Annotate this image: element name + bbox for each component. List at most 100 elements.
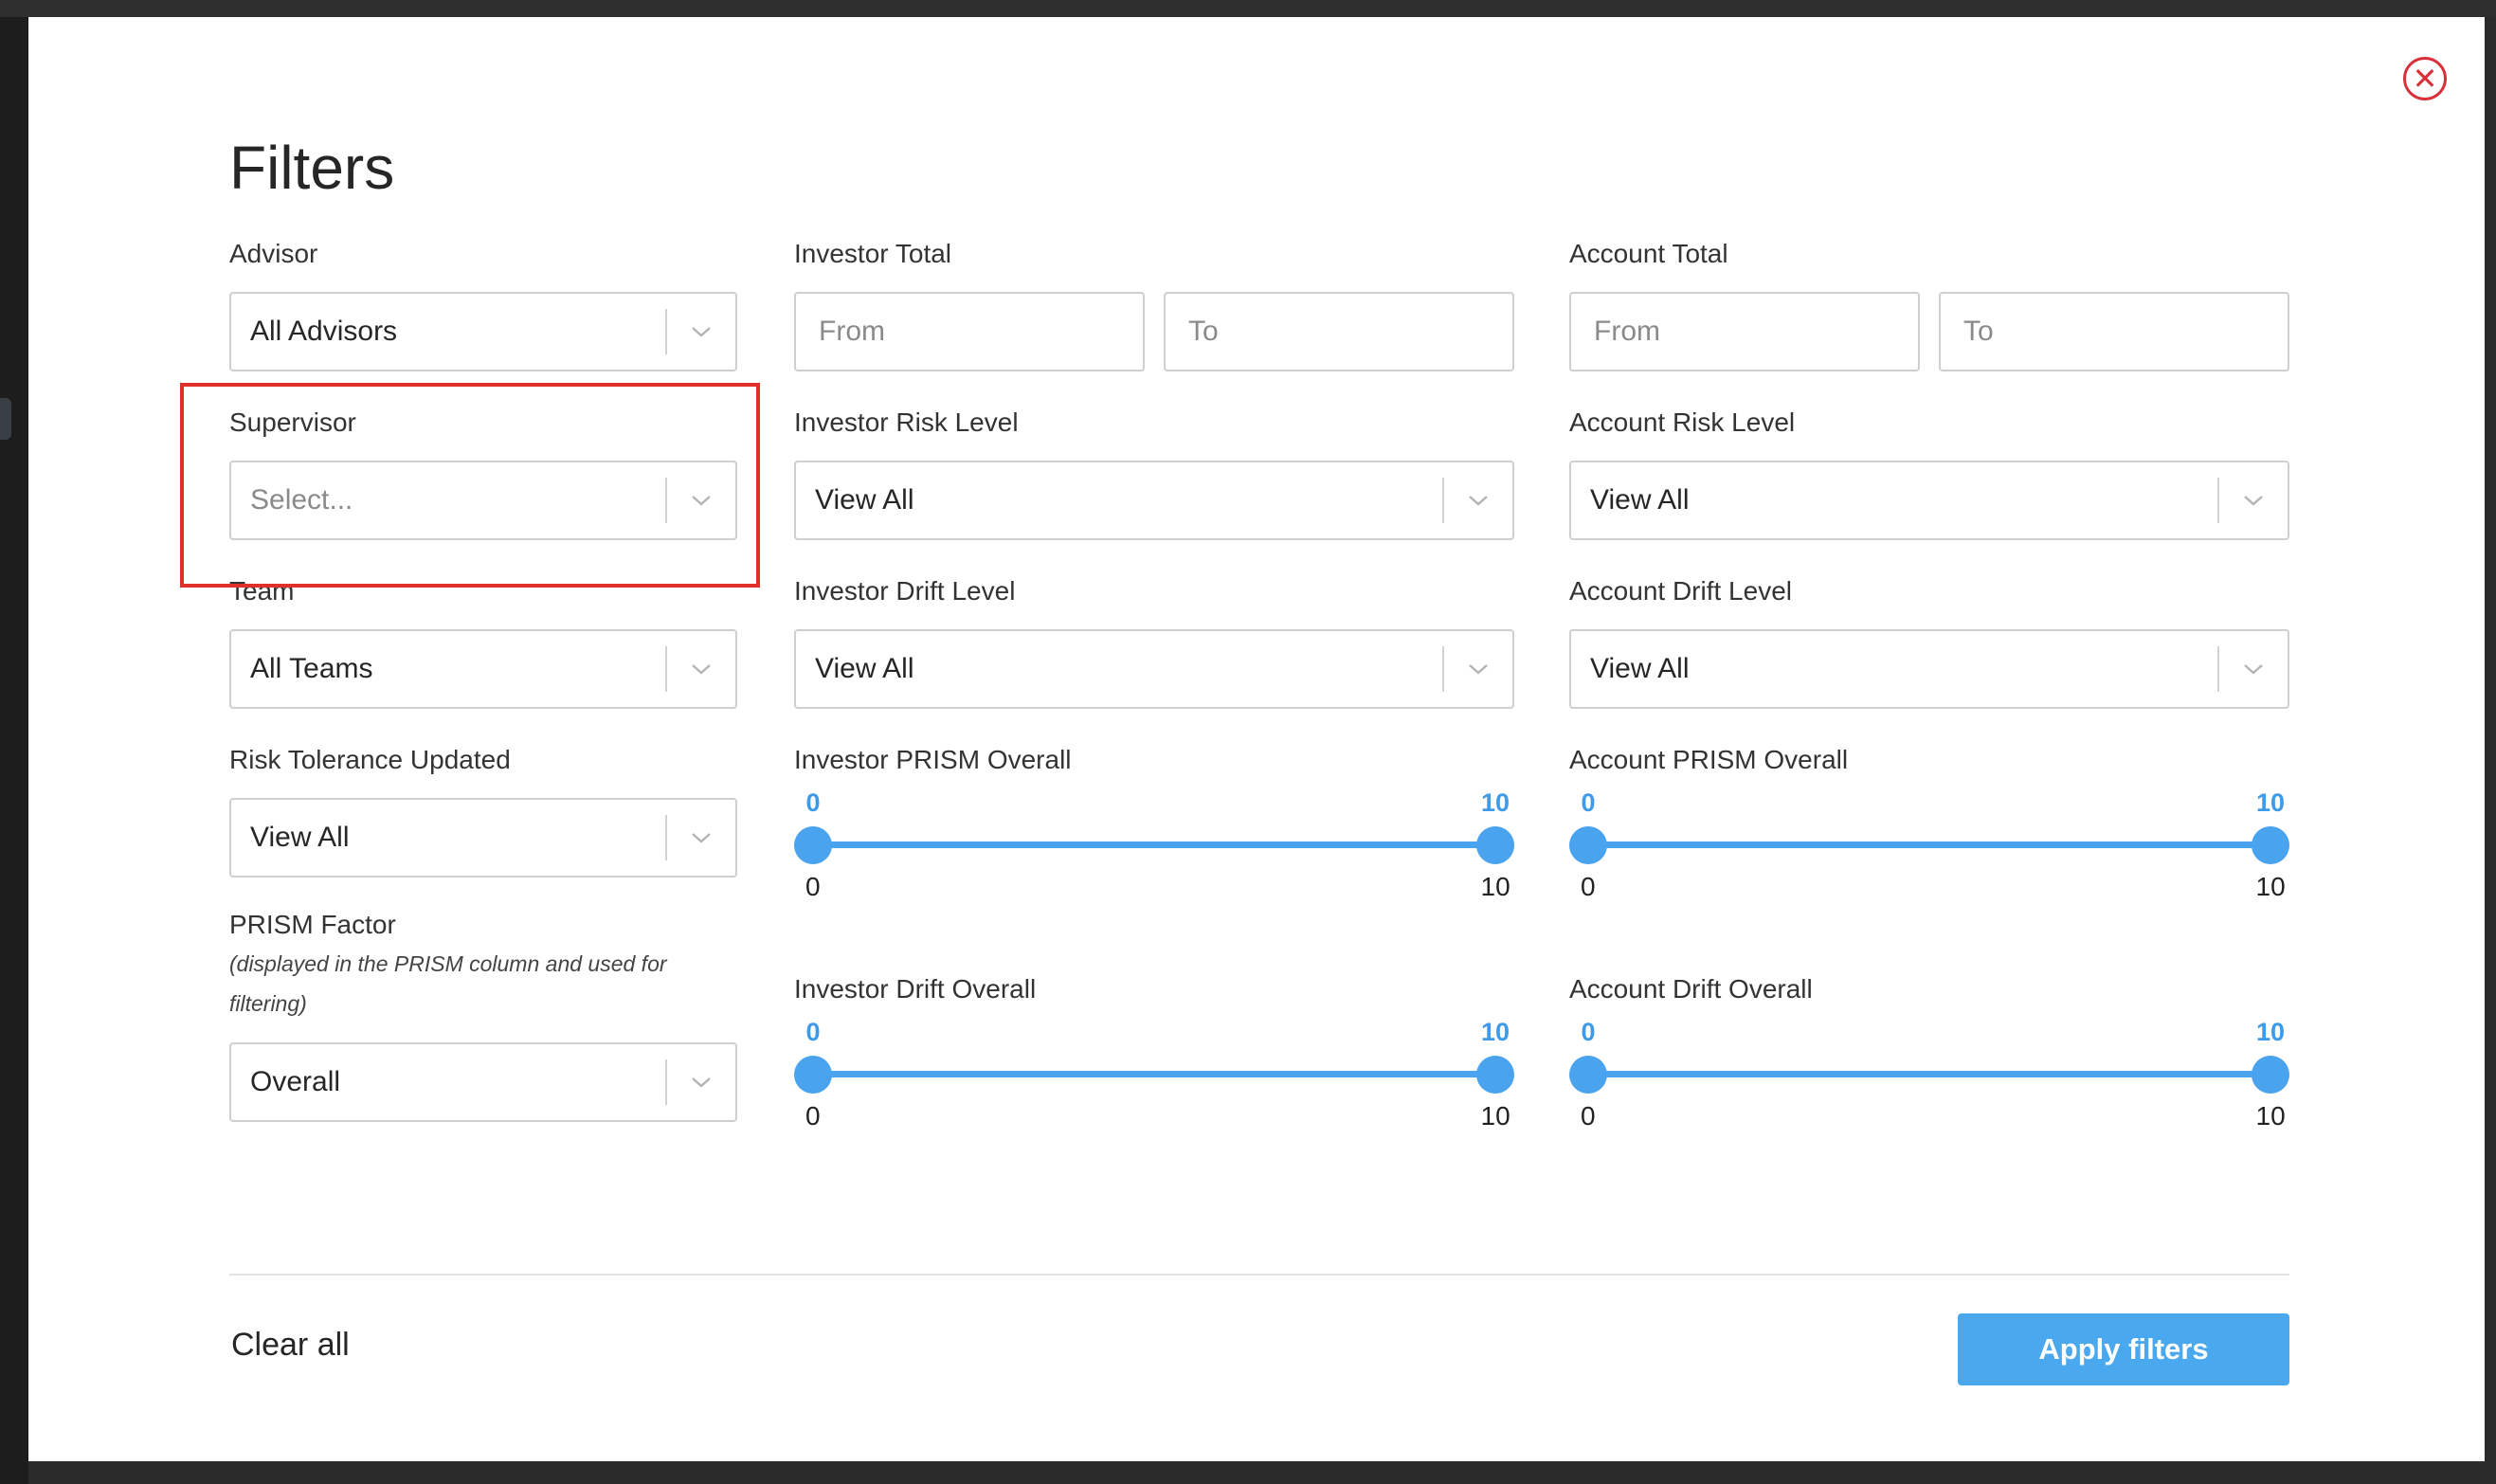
investor-total-filter: Investor Total [794, 235, 1514, 371]
select-separator [665, 478, 667, 523]
slider-min-label: 0 [805, 872, 821, 901]
supervisor-label: Supervisor [229, 407, 356, 437]
team-label: Team [229, 576, 295, 606]
prism-factor-note: (displayed in the PRISM column and used … [229, 951, 667, 1016]
select-separator [665, 1059, 667, 1105]
account-drift-level-filter: Account Drift Level View All [1569, 572, 2289, 709]
account-drift-overall-slider[interactable]: 0 10 0 10 [1569, 1018, 2289, 1160]
slider-max-handle[interactable] [1476, 1056, 1514, 1094]
investor-risk-level-filter: Investor Risk Level View All [794, 404, 1514, 540]
slider-min-handle[interactable] [1569, 826, 1607, 864]
slider-max-handle[interactable] [1476, 826, 1514, 864]
filters-modal: ✕ Filters Advisor All Advisors Superviso… [28, 17, 2485, 1461]
investor-risk-level-value: View All [815, 484, 914, 516]
slider-min-handle[interactable] [1569, 1056, 1607, 1094]
slider-max-handle[interactable] [2252, 1056, 2289, 1094]
account-drift-level-label: Account Drift Level [1569, 576, 1792, 606]
select-separator [2217, 478, 2219, 523]
slider-high-value: 10 [1481, 788, 1510, 817]
prism-factor-select[interactable]: Overall [229, 1042, 737, 1122]
slider-high-value: 10 [2256, 1018, 2286, 1046]
slider-track[interactable] [1588, 842, 2270, 848]
investor-total-label: Investor Total [794, 239, 952, 268]
supervisor-select-placeholder: Select... [250, 484, 353, 516]
account-total-from-input[interactable] [1569, 292, 1920, 371]
investor-drift-level-value: View All [815, 653, 914, 684]
investor-prism-overall-slider[interactable]: 0 10 0 10 [794, 788, 1514, 931]
advisor-label: Advisor [229, 239, 318, 268]
chevron-down-icon [692, 1077, 711, 1088]
investor-prism-overall-label: Investor PRISM Overall [794, 745, 1072, 774]
account-drift-level-select[interactable]: View All [1569, 629, 2289, 709]
account-drift-overall-label: Account Drift Overall [1569, 974, 1813, 1004]
slider-min-label: 0 [1581, 1101, 1596, 1131]
select-separator [665, 815, 667, 860]
slider-max-label: 10 [1480, 872, 1510, 901]
slider-fill [1588, 842, 2270, 848]
chevron-down-icon [692, 496, 711, 506]
slider-fill [1588, 1071, 2270, 1077]
investor-drift-overall-label: Investor Drift Overall [794, 974, 1037, 1004]
account-total-to-input[interactable] [1939, 292, 2289, 371]
risk-tolerance-updated-value: View All [250, 822, 350, 853]
risk-tolerance-updated-filter: Risk Tolerance Updated View All [229, 741, 737, 878]
account-total-label: Account Total [1569, 239, 1728, 268]
investor-total-from-input[interactable] [794, 292, 1145, 371]
advisor-filter: Advisor All Advisors [229, 235, 737, 371]
account-risk-level-label: Account Risk Level [1569, 407, 1796, 437]
investor-drift-level-select[interactable]: View All [794, 629, 1514, 709]
slider-track[interactable] [1588, 1071, 2270, 1077]
select-separator [1442, 646, 1444, 692]
clear-all-button[interactable]: Clear all [231, 1327, 350, 1364]
close-icon[interactable]: ✕ [2403, 57, 2447, 100]
supervisor-select[interactable]: Select... [229, 461, 737, 540]
prism-factor-value: Overall [250, 1066, 341, 1097]
account-prism-overall-slider[interactable]: 0 10 0 10 [1569, 788, 2289, 931]
account-prism-overall-filter: Account PRISM Overall 0 10 0 10 [1569, 741, 2289, 931]
chevron-down-icon [692, 833, 711, 843]
team-select[interactable]: All Teams [229, 629, 737, 709]
footer-divider [229, 1274, 2289, 1276]
select-separator [665, 646, 667, 692]
slider-fill [813, 842, 1495, 848]
investor-drift-overall-filter: Investor Drift Overall 0 10 0 10 [794, 970, 1514, 1160]
select-separator [1442, 478, 1444, 523]
slider-low-value: 0 [805, 788, 821, 817]
advisor-select[interactable]: All Advisors [229, 292, 737, 371]
investor-risk-level-select[interactable]: View All [794, 461, 1514, 540]
account-risk-level-filter: Account Risk Level View All [1569, 404, 2289, 540]
slider-fill [813, 1071, 1495, 1077]
slider-min-handle[interactable] [794, 1056, 832, 1094]
investor-drift-level-label: Investor Drift Level [794, 576, 1016, 606]
account-risk-level-value: View All [1590, 484, 1690, 516]
supervisor-filter: Supervisor Select... [229, 404, 737, 540]
chevron-down-icon [2244, 664, 2263, 675]
risk-tolerance-updated-select[interactable]: View All [229, 798, 737, 878]
slider-max-label: 10 [2255, 1101, 2286, 1131]
investor-total-to-input[interactable] [1164, 292, 1514, 371]
advisor-select-value: All Advisors [250, 316, 398, 347]
account-total-range [1569, 292, 2289, 371]
investor-drift-overall-slider[interactable]: 0 10 0 10 [794, 1018, 1514, 1160]
slider-max-handle[interactable] [2252, 826, 2289, 864]
background-sidebar-tab [0, 398, 11, 440]
team-filter: Team All Teams [229, 572, 737, 709]
account-drift-level-value: View All [1590, 653, 1690, 684]
account-prism-overall-label: Account PRISM Overall [1569, 745, 1849, 774]
select-separator [665, 309, 667, 354]
slider-min-handle[interactable] [794, 826, 832, 864]
chevron-down-icon [1469, 664, 1488, 675]
modal-title: Filters [229, 134, 395, 202]
chevron-down-icon [692, 327, 711, 337]
slider-low-value: 0 [1581, 1018, 1596, 1046]
select-separator [2217, 646, 2219, 692]
slider-track[interactable] [813, 1071, 1495, 1077]
apply-filters-button[interactable]: Apply filters [1958, 1313, 2289, 1385]
account-risk-level-select[interactable]: View All [1569, 461, 2289, 540]
chevron-down-icon [692, 664, 711, 675]
slider-min-label: 0 [1581, 872, 1596, 901]
risk-tolerance-updated-label: Risk Tolerance Updated [229, 745, 511, 774]
slider-max-label: 10 [1480, 1101, 1510, 1131]
slider-track[interactable] [813, 842, 1495, 848]
prism-factor-label: PRISM Factor [229, 910, 396, 939]
